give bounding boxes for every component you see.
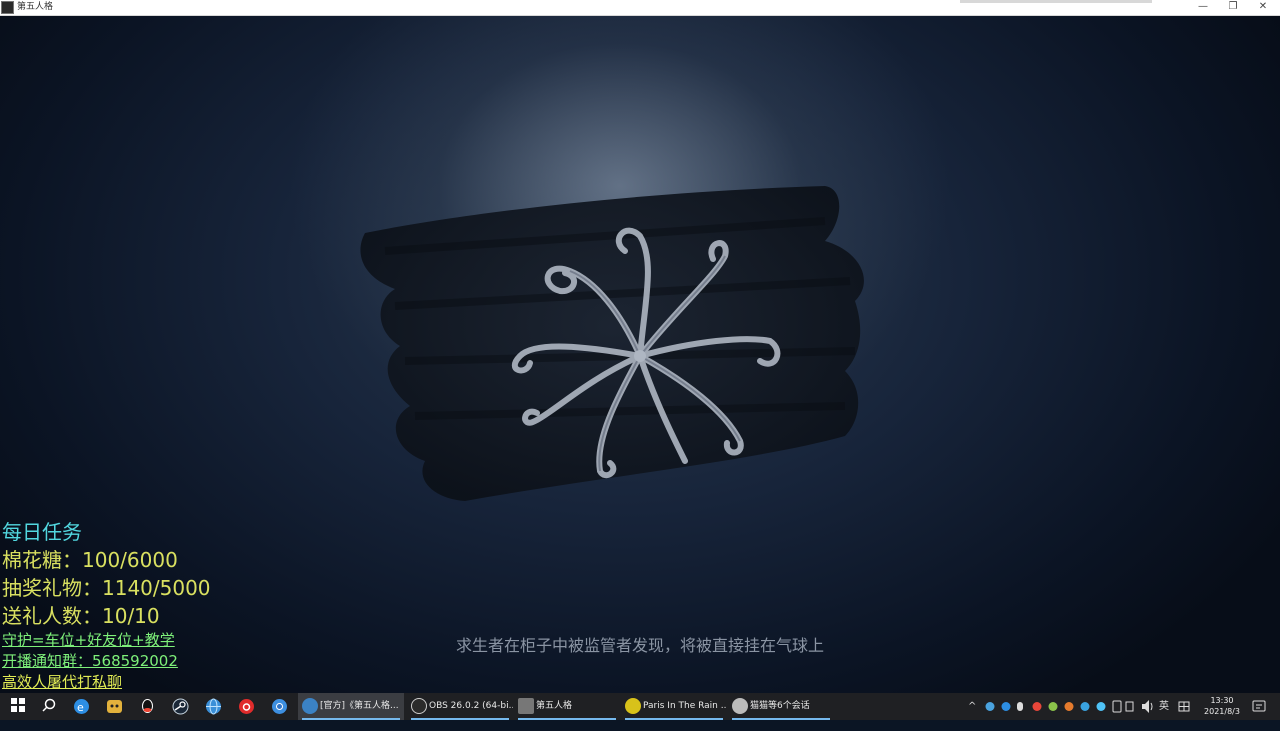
- overlay-line-marshmallow: 棉花糖：100/6000: [2, 548, 178, 572]
- task-label: [官方]《第五人格...: [320, 701, 399, 711]
- close-button[interactable]: ✕: [1248, 0, 1278, 15]
- taskbar-clock[interactable]: 13:30 2021/8/3: [1195, 695, 1249, 717]
- edge-browser-icon[interactable]: e: [73, 698, 90, 715]
- overlay-line-service: 高效人屠代打私聊: [2, 673, 123, 691]
- overlay-line-guard: 守护=车位+好友位+教学: [2, 631, 175, 649]
- task-browser-fifth-personality[interactable]: [官方]《第五人格...: [298, 693, 404, 720]
- keyboard-grid-icon[interactable]: [1178, 693, 1190, 720]
- clock-date: 2021/8/3: [1204, 707, 1240, 716]
- task-label: 第五人格: [536, 701, 573, 711]
- music-player-icon: [625, 698, 641, 714]
- window-title: 第五人格: [17, 2, 54, 12]
- task-label: OBS 26.0.2 (64-bi...: [429, 701, 513, 711]
- title-bar-overlay-strip: [960, 0, 1152, 3]
- steam-icon[interactable]: [172, 698, 189, 715]
- overlay-line-gift-senders: 送礼人数：10/10: [2, 604, 160, 628]
- task-obs[interactable]: OBS 26.0.2 (64-bi...: [407, 693, 513, 720]
- netease-music-icon[interactable]: [238, 698, 255, 715]
- input-method-indicator[interactable]: 英: [1159, 693, 1169, 720]
- task-music-player[interactable]: Paris In The Rain ...: [621, 693, 727, 720]
- tray-icons-group: [984, 693, 1134, 720]
- task-label: 猫猫等6个会话: [750, 701, 810, 711]
- tray-app-icons: [985, 700, 1134, 713]
- chrome-icon[interactable]: [271, 698, 288, 715]
- notification-center-icon[interactable]: [1252, 693, 1266, 720]
- minimize-button[interactable]: —: [1188, 0, 1218, 15]
- search-icon[interactable]: [40, 698, 57, 715]
- browser-task-icon: [302, 698, 318, 714]
- task-label: Paris In The Rain ...: [643, 701, 727, 711]
- volume-icon[interactable]: [1140, 693, 1154, 720]
- task-game-fifth-personality[interactable]: 第五人格: [514, 693, 620, 720]
- game-emblem-logo: [360, 186, 864, 501]
- clock-time: 13:30: [1210, 696, 1234, 705]
- tray-chevron-icon[interactable]: ^: [968, 693, 976, 720]
- game-task-icon: [518, 698, 534, 714]
- obs-icon: [411, 698, 427, 714]
- daily-task-heading: 每日任务: [2, 520, 82, 544]
- chat-avatar-icon: [732, 698, 748, 714]
- svg-text:e: e: [77, 701, 84, 714]
- qq-icon[interactable]: [139, 698, 156, 715]
- windows-logo-icon[interactable]: [9, 698, 26, 715]
- overlay-line-lottery-gift: 抽奖礼物：1140/5000: [2, 576, 211, 600]
- window-title-bar: 第五人格 — ❐ ✕: [0, 0, 1280, 16]
- app-icon: [1, 1, 14, 14]
- overlay-line-notify-group: 开播通知群：568592002: [2, 652, 178, 670]
- windows-taskbar: e [官方]《第五人格... OBS 26.0.2 (64-bi... 第五人格…: [0, 693, 1280, 720]
- maximize-button[interactable]: ❐: [1218, 0, 1248, 15]
- task-chat-sessions[interactable]: 猫猫等6个会话: [728, 693, 834, 720]
- globe-browser-icon[interactable]: [205, 698, 222, 715]
- game-launcher-icon[interactable]: [106, 698, 123, 715]
- stream-overlay: 每日任务 棉花糖：100/6000 抽奖礼物：1140/5000 送礼人数：10…: [2, 518, 211, 693]
